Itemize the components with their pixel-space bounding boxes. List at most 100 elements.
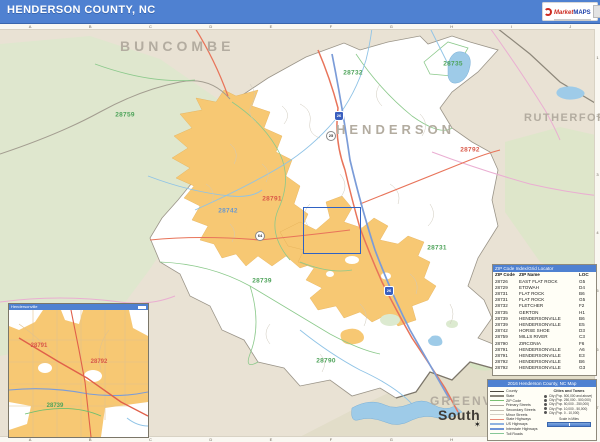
- inset-map-body: 28791 28792 28739: [9, 310, 148, 437]
- legend-line-sample: [490, 391, 504, 392]
- zip-label-28735: 28735: [443, 61, 463, 68]
- legend-line-sample: [490, 433, 504, 435]
- landmark-symbol-icon: ✶: [474, 420, 481, 429]
- grid-number: 3: [596, 173, 598, 177]
- zip-label-28739: 28739: [252, 278, 272, 285]
- grid-letter: B: [89, 438, 92, 442]
- city-marker-icon: [544, 403, 547, 406]
- inset-zip-label-28791: 28791: [31, 343, 48, 349]
- legend-line-label: US Highways: [506, 422, 528, 426]
- legend-line-sample: [490, 395, 504, 396]
- inset-zip-label-28792: 28792: [91, 359, 108, 365]
- zip-index-table: ZIP Code Index/Grid Locator ZIP Code ZIP…: [492, 264, 597, 376]
- zip-label-28742: 28742: [218, 208, 238, 215]
- zip-label-28791: 28791: [262, 196, 282, 203]
- us-25-shield-icon: 25: [326, 131, 336, 141]
- legend-line-label: Minor Streets: [506, 413, 527, 417]
- zip-code-cell: 28792: [495, 365, 519, 371]
- grid-letter: F: [330, 25, 332, 29]
- grid-letter: G: [390, 438, 393, 442]
- legend-title: 2016 Henderson County, NC Map: [488, 380, 596, 387]
- legend-line-items: County State ZIP Code Primary Streets Se…: [490, 389, 542, 436]
- legend-cities-title: Cities and Towns: [544, 389, 594, 393]
- inset-bar-box: [138, 306, 146, 309]
- grid-letter: J: [569, 25, 571, 29]
- legend-line-label: Secondary Streets: [506, 408, 536, 412]
- county-map: ABCDEFGHIJ ABCDEFGHIJ 1234567 BUNCOMBE H…: [0, 24, 600, 442]
- zip-table-title: ZIP Code Index/Grid Locator: [493, 265, 596, 272]
- grid-number: 4: [596, 231, 598, 235]
- legend-line-sample: [490, 423, 504, 425]
- city-marker-icon: [544, 407, 547, 410]
- county-label-rutherford: RUTHERFORD: [524, 112, 600, 124]
- zip-table-row: 28792 HENDERSONVILLE G3: [493, 365, 596, 371]
- legend-line-sample: [490, 414, 504, 415]
- city-marker-icon: [544, 395, 547, 398]
- interstate-26-shield-icon: 26: [384, 286, 394, 296]
- legend-line-label: State Highways: [506, 417, 531, 421]
- legend-line-sample: [490, 419, 504, 421]
- legend-line-label: Toll Roads: [506, 432, 523, 436]
- county-label-buncombe: BUNCOMBE: [120, 38, 234, 54]
- grid-letter: G: [390, 25, 393, 29]
- legend-line-label: ZIP Code: [506, 399, 521, 403]
- city-marker-icon: [544, 399, 547, 402]
- logo-swirl-icon: [544, 8, 552, 16]
- legend-line-item: Toll Roads: [490, 431, 542, 436]
- zip-label-28792: 28792: [460, 147, 480, 154]
- legend-city-items: City (Pop. 500,000 and above) City (Pop.…: [544, 394, 594, 415]
- legend-line-sample: [490, 405, 504, 406]
- grid-letter: F: [330, 438, 332, 442]
- grid-letter: C: [149, 438, 152, 442]
- grid-letter: B: [89, 25, 92, 29]
- city-marker-icon: [544, 411, 547, 414]
- grid-letter: D: [209, 438, 212, 442]
- inset-extent-rectangle: [303, 207, 361, 254]
- logo-text-maps: MAPS: [573, 10, 590, 16]
- map-page: HENDERSON COUNTY, NC MarketMAPS: [0, 0, 600, 442]
- us-64-shield-icon: 64: [255, 231, 265, 241]
- grid-letter: A: [29, 438, 32, 442]
- grid-letter: I: [511, 25, 512, 29]
- grid-strip-top: A B C D E F G H I J: [0, 24, 600, 30]
- zip-label-28732: 28732: [343, 70, 363, 77]
- scale-bar: [547, 422, 591, 427]
- loc-cell: G3: [579, 365, 594, 371]
- logo-text-market: Market: [554, 10, 573, 16]
- title-bar: HENDERSON COUNTY, NC MarketMAPS: [0, 0, 600, 24]
- grid-letter: A: [29, 25, 32, 29]
- logo-tagline: [554, 19, 591, 21]
- zip-label-28731: 28731: [427, 245, 447, 252]
- legend-line-label: Primary Streets: [506, 403, 531, 407]
- grid-letter: H: [450, 25, 453, 29]
- scale-label: Scale in Miles: [544, 417, 594, 421]
- legend-line-label: State: [506, 394, 514, 398]
- grid-letter: C: [149, 25, 152, 29]
- legend-line-label: County: [506, 389, 517, 393]
- zip-name-cell: HENDERSONVILLE: [519, 365, 579, 371]
- zip-table-body: 28726 EAST FLAT ROCK G5 28729 ETOWAH D4 …: [493, 279, 596, 372]
- legend-scale: Scale in Miles: [544, 417, 594, 427]
- legend-line-label: Interstate Highways: [506, 427, 538, 431]
- zip-label-28759: 28759: [115, 112, 135, 119]
- marketmaps-logo: MarketMAPS: [542, 2, 598, 21]
- hendersonville-inset-map: Hendersonville: [8, 303, 149, 438]
- logo-side-box: [593, 5, 600, 18]
- legend-city-item: City (Pop. 0 - 10,000): [544, 411, 594, 415]
- grid-letter: E: [270, 25, 273, 29]
- inset-zip-label-28739: 28739: [47, 403, 64, 409]
- county-label-henderson: HENDERSON: [336, 122, 455, 137]
- inset-artwork: [9, 310, 148, 437]
- grid-letter: D: [209, 25, 212, 29]
- grid-number: 1: [596, 56, 598, 60]
- interstate-26-shield-icon: 26: [334, 111, 344, 121]
- map-legend: 2016 Henderson County, NC Map County Sta…: [487, 379, 597, 441]
- grid-letter: E: [270, 438, 273, 442]
- legend-line-sample: [490, 428, 504, 430]
- legend-city-label: City (Pop. 0 - 10,000): [549, 411, 579, 415]
- page-title: HENDERSON COUNTY, NC: [7, 4, 156, 16]
- zip-label-28790: 28790: [316, 358, 336, 365]
- grid-letter: H: [450, 438, 453, 442]
- legend-line-sample: [490, 400, 504, 401]
- legend-line-sample: [490, 410, 504, 411]
